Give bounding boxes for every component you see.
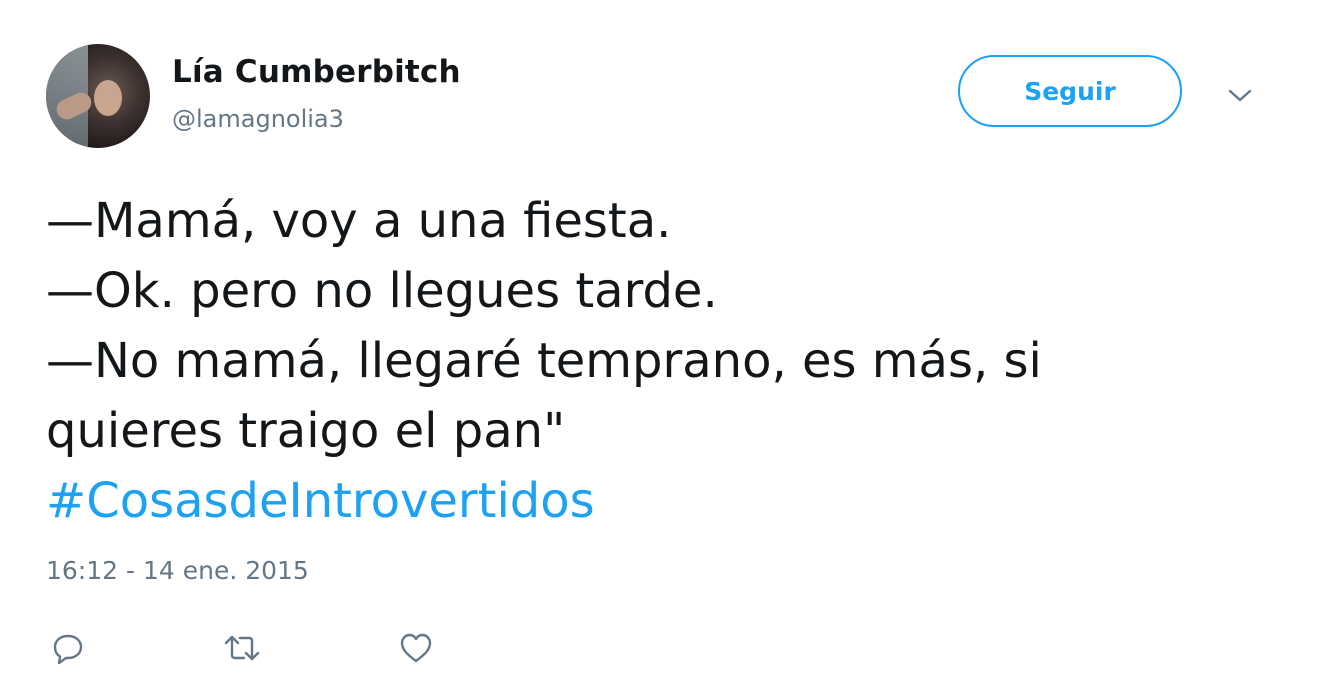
hashtag-link[interactable]: #CosasdeIntrovertidos — [46, 466, 1266, 536]
tweet-line: —No mamá, llegaré temprano, es más, si — [46, 333, 1042, 389]
display-name[interactable]: Lía Cumberbitch — [172, 54, 461, 90]
tweet-line: —Mamá, voy a una fiesta. — [46, 193, 672, 249]
like-icon[interactable] — [396, 628, 436, 668]
user-handle[interactable]: @lamagnolia3 — [172, 105, 344, 133]
tweet-actions — [46, 628, 466, 668]
retweet-icon[interactable] — [222, 628, 262, 668]
chevron-down-icon[interactable] — [1225, 80, 1255, 110]
avatar[interactable] — [46, 44, 150, 148]
tweet-timestamp[interactable]: 16:12 - 14 ene. 2015 — [46, 556, 309, 585]
tweet-text: —Mamá, voy a una fiesta. —Ok. pero no ll… — [46, 186, 1266, 536]
reply-icon[interactable] — [48, 628, 88, 668]
tweet-line: quieres traigo el pan" — [46, 403, 566, 459]
tweet-line: —Ok. pero no llegues tarde. — [46, 263, 718, 319]
tweet-card: Lía Cumberbitch @lamagnolia3 Seguir —Mam… — [0, 0, 1319, 700]
follow-button[interactable]: Seguir — [958, 55, 1182, 127]
